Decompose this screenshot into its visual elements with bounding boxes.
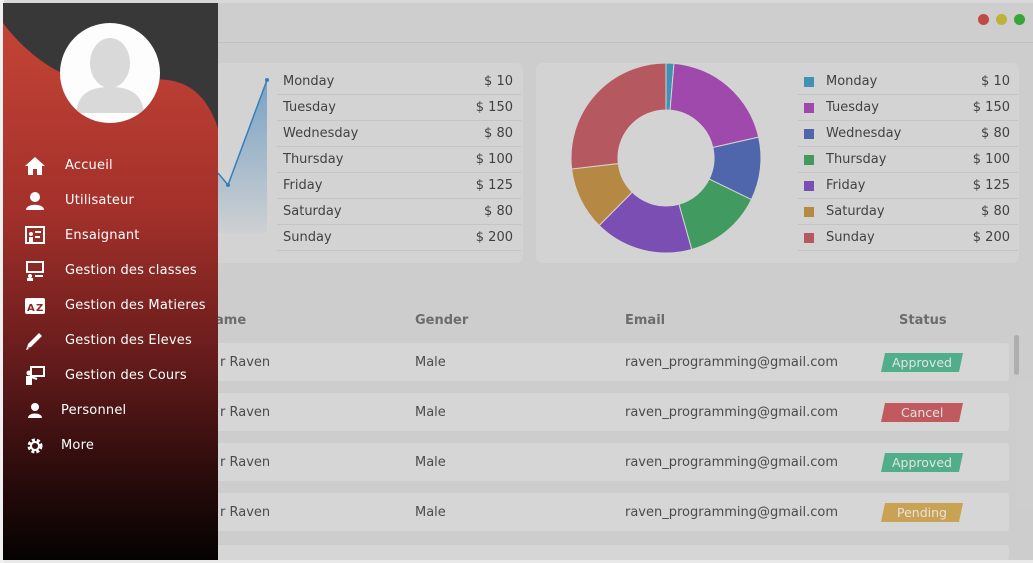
az-icon: AZ: [22, 295, 48, 317]
sidebar-item-accueil[interactable]: Accueil: [3, 148, 218, 183]
sidebar-item-label: Gestion des Eleves: [65, 333, 192, 348]
sidebar-item-gestion-des-cours[interactable]: Gestion des Cours: [3, 358, 218, 393]
sidebar-item-personnel[interactable]: Personnel: [3, 393, 218, 428]
sidebar-item-gestion-des-eleves[interactable]: Gestion des Eleves: [3, 323, 218, 358]
svg-text:Z: Z: [36, 303, 43, 314]
sidebar-drawer: Accueil Utilisateur Ensaignant Gestion des …: [3, 3, 218, 560]
user-silhouette-icon: [76, 38, 144, 113]
sidebar-item-label: Gestion des Cours: [65, 368, 187, 383]
sidebar-item-utilisateur[interactable]: Utilisateur: [3, 183, 218, 218]
sidebar-menu: Accueil Utilisateur Ensaignant Gestion des …: [3, 148, 218, 463]
svg-text:A: A: [27, 303, 35, 314]
sidebar-item-ensaignant[interactable]: Ensaignant: [3, 218, 218, 253]
classroom-icon: [22, 260, 48, 282]
app-window: Monday $ 10 Tuesday $ 150 Wednesday $ 80 Thurs…: [3, 3, 1033, 560]
sidebar-item-more[interactable]: More: [3, 428, 218, 463]
home-icon: [22, 155, 48, 177]
user-icon: [22, 190, 48, 212]
avatar[interactable]: [60, 23, 160, 123]
pencil-icon: [22, 330, 48, 352]
lecture-icon: [22, 365, 48, 387]
sidebar-item-gestion-des-matieres[interactable]: A Z Gestion des Matieres: [3, 288, 218, 323]
sidebar-item-label: Ensaignant: [65, 228, 140, 243]
sidebar-item-label: More: [61, 438, 95, 453]
sidebar-item-label: Personnel: [61, 403, 127, 418]
sidebar-item-label: Gestion des classes: [65, 263, 197, 278]
teacher-board-icon: [22, 225, 48, 247]
sidebar-item-label: Utilisateur: [65, 193, 135, 208]
person-icon: [22, 400, 48, 422]
gear-icon: [22, 435, 48, 457]
sidebar-item-gestion-des-classes[interactable]: Gestion des classes: [3, 253, 218, 288]
sidebar-item-label: Gestion des Matieres: [65, 298, 206, 313]
sidebar-item-label: Accueil: [65, 158, 113, 173]
